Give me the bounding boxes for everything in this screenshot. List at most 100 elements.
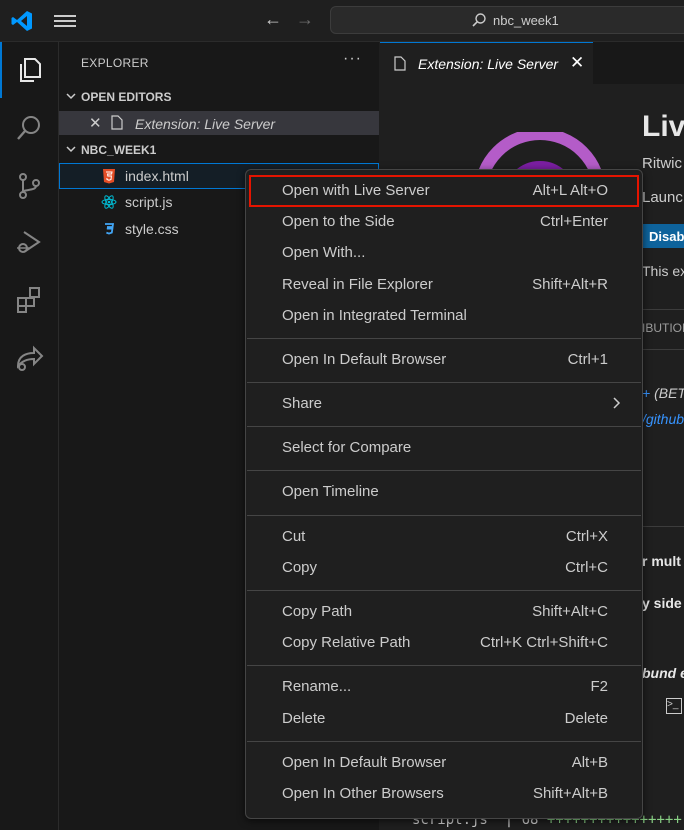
menu-item-reveal-in-file-explorer[interactable]: Reveal in File Explorer Shift+Alt+R <box>251 271 637 299</box>
menu-item-open-in-integrated-terminal[interactable]: Open in Integrated Terminal <box>251 302 637 330</box>
menu-item-label: Open In Default Browser <box>282 754 447 771</box>
menu-item-open-in-default-browser-alt[interactable]: Open In Default Browser Alt+B <box>251 749 637 777</box>
run-debug-icon[interactable] <box>0 214 58 270</box>
menu-item-open-timeline[interactable]: Open Timeline <box>251 478 637 506</box>
menu-item-shortcut: Ctrl+X <box>565 528 608 545</box>
close-icon[interactable]: ✕ <box>89 114 102 132</box>
menu-item-label: Cut <box>282 528 306 545</box>
divider <box>642 526 684 527</box>
menu-separator <box>247 338 641 339</box>
close-icon[interactable]: ✕ <box>570 53 584 73</box>
menu-separator <box>247 470 641 471</box>
vscode-logo-icon[interactable] <box>10 9 34 33</box>
context-menu: Open with Live Server Alt+L Alt+O Open t… <box>245 169 643 819</box>
tab-bar: Extension: Live Server ✕ <box>380 42 684 84</box>
menu-item-shortcut: Alt+L Alt+O <box>532 182 608 199</box>
tab-label: Extension: Live Server <box>418 56 559 72</box>
menu-item-share[interactable]: Share <box>251 390 637 418</box>
readme-heading: y side p <box>642 595 684 611</box>
remote-share-icon[interactable] <box>0 330 58 386</box>
explorer-icon[interactable] <box>0 42 58 98</box>
menu-item-shortcut: Ctrl+K Ctrl+Shift+C <box>480 634 608 651</box>
forward-arrow-icon[interactable]: → <box>296 9 314 30</box>
back-arrow-icon[interactable]: ← <box>264 9 282 30</box>
explorer-title: EXPLORER <box>81 56 149 70</box>
divider <box>642 309 684 310</box>
menu-item-shortcut: F2 <box>590 678 608 695</box>
menu-item-shortcut: Alt+B <box>571 754 608 771</box>
extension-nav-tab[interactable]: IBUTION <box>642 321 684 335</box>
extensions-icon[interactable] <box>0 272 58 328</box>
menu-item-copy-relative-path[interactable]: Copy Relative Path Ctrl+K Ctrl+Shift+C <box>251 629 637 657</box>
css3-icon <box>105 223 115 235</box>
menu-item-shortcut: Shift+Alt+C <box>532 603 608 620</box>
menu-item-open-with[interactable]: Open With... <box>251 239 637 267</box>
html5-icon <box>103 169 115 184</box>
menu-item-label: Copy Relative Path <box>282 634 411 651</box>
divider <box>642 349 684 350</box>
menu-item-open-in-other-browsers[interactable]: Open In Other Browsers Shift+Alt+B <box>251 780 637 808</box>
menu-item-label: Share <box>282 395 323 412</box>
beta-label: (BETA <box>654 385 684 401</box>
disable-button[interactable]: Disabl <box>642 224 684 248</box>
menu-separator <box>247 665 641 666</box>
more-actions-icon[interactable]: ··· <box>343 50 362 68</box>
menu-item-label: Delete <box>282 710 326 727</box>
source-control-icon[interactable] <box>0 158 58 214</box>
file-label: script.js <box>125 194 173 210</box>
menu-item-shortcut: Ctrl+1 <box>567 351 608 368</box>
chevron-right-icon <box>613 397 621 409</box>
extension-author[interactable]: Ritwic <box>642 155 682 172</box>
menu-separator <box>247 590 641 591</box>
search-icon[interactable] <box>0 100 58 156</box>
menu-separator <box>247 515 641 516</box>
open-editors-label: OPEN EDITORS <box>81 90 172 104</box>
menu-item-copy-path[interactable]: Copy Path Shift+Alt+C <box>251 598 637 626</box>
github-link[interactable]: /github <box>642 411 684 427</box>
menu-item-label: Open in Integrated Terminal <box>282 307 467 324</box>
menu-item-select-for-compare[interactable]: Select for Compare <box>251 434 637 462</box>
menu-item-delete[interactable]: Delete Delete <box>251 705 637 733</box>
menu-item-label: Copy Path <box>282 603 353 620</box>
menu-item-label: Open In Other Browsers <box>282 785 444 802</box>
title-bar: ← → nbc_week1 <box>0 0 684 42</box>
extension-name: Live <box>642 110 684 143</box>
open-editor-item[interactable]: ✕ Extension: Live Server <box>59 111 379 135</box>
menu-item-open-in-default-browser[interactable]: Open In Default Browser Ctrl+1 <box>251 346 637 374</box>
menu-item-copy[interactable]: Copy Ctrl+C <box>251 554 637 582</box>
open-editors-header[interactable]: OPEN EDITORS <box>59 85 379 109</box>
search-icon <box>472 13 486 27</box>
hamburger-menu-icon[interactable] <box>54 12 76 30</box>
tab-extension-live-server[interactable]: Extension: Live Server ✕ <box>380 42 593 84</box>
folder-header[interactable]: NBC_WEEK1 <box>59 138 379 162</box>
activity-bar <box>0 42 59 830</box>
readme-heading: bund e <box>642 665 684 681</box>
react-icon <box>101 195 117 209</box>
menu-item-label: Open with Live Server <box>282 182 430 199</box>
folder-label: NBC_WEEK1 <box>81 143 157 157</box>
extension-description: Launc <box>642 189 683 206</box>
menu-item-rename[interactable]: Rename... F2 <box>251 673 637 701</box>
command-center-search[interactable]: nbc_week1 <box>330 6 684 34</box>
menu-item-open-to-the-side[interactable]: Open to the Side Ctrl+Enter <box>251 208 637 236</box>
chevron-down-icon <box>66 146 76 153</box>
menu-item-cut[interactable]: Cut Ctrl+X <box>251 523 637 551</box>
readme-heading: r mult <box>642 553 681 569</box>
menu-item-shortcut: Shift+Alt+R <box>532 276 608 293</box>
menu-item-label: Open Timeline <box>282 483 379 500</box>
menu-item-label: Open to the Side <box>282 213 395 230</box>
menu-item-open-with-live-server[interactable]: Open with Live Server Alt+L Alt+O <box>249 175 639 207</box>
menu-item-label: Open With... <box>282 244 366 261</box>
file-label: index.html <box>125 168 189 184</box>
menu-item-label: Reveal in File Explorer <box>282 276 433 293</box>
menu-item-label: Select for Compare <box>282 439 412 456</box>
menu-separator <box>247 741 641 742</box>
chevron-down-icon <box>66 93 76 100</box>
file-icon <box>111 115 123 130</box>
search-text: nbc_week1 <box>493 13 559 28</box>
file-icon <box>394 56 406 71</box>
menu-item-shortcut: Ctrl+C <box>565 559 608 576</box>
beta-text: + (BETA <box>642 385 684 401</box>
menu-item-shortcut: Shift+Alt+B <box>532 785 608 802</box>
menu-separator <box>247 382 641 383</box>
